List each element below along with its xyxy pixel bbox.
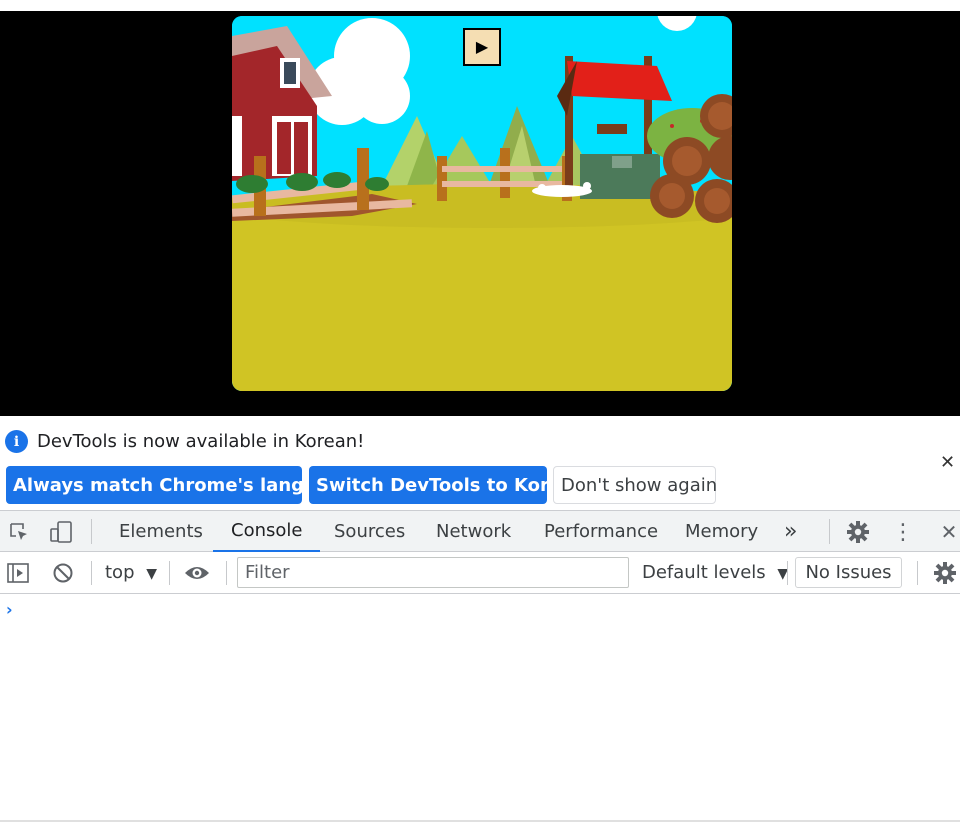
tab-divider bbox=[91, 519, 92, 544]
more-tabs-icon[interactable]: » bbox=[770, 511, 811, 552]
page-viewport: ▶ bbox=[0, 11, 960, 416]
console-prompt-chevron-icon[interactable]: › bbox=[6, 600, 13, 619]
tab-console[interactable]: Console bbox=[213, 511, 321, 552]
play-icon: ▶ bbox=[475, 37, 489, 56]
sidebar-toggle-icon[interactable] bbox=[5, 560, 31, 586]
info-icon: i bbox=[5, 430, 28, 453]
toolbar-divider bbox=[917, 561, 918, 585]
console-filter-input[interactable] bbox=[237, 557, 629, 588]
close-devtools-icon[interactable]: ✕ bbox=[936, 519, 960, 545]
inspect-element-icon[interactable] bbox=[6, 519, 32, 545]
infobar-close-icon[interactable]: ✕ bbox=[940, 452, 955, 473]
dont-show-again-button[interactable]: Don't show again bbox=[553, 466, 717, 504]
always-match-language-button[interactable]: Always match Chrome's language bbox=[6, 466, 354, 504]
kebab-menu-icon[interactable]: ⋮ bbox=[890, 519, 916, 545]
farm-scene-illustration bbox=[232, 16, 732, 391]
page-top-strip bbox=[0, 0, 960, 11]
tab-elements[interactable]: Elements bbox=[101, 511, 221, 552]
toolbar-divider bbox=[787, 561, 788, 585]
chevron-down-icon: ▼ bbox=[146, 566, 158, 582]
play-button[interactable]: ▶ bbox=[463, 28, 501, 66]
switch-to-korean-button[interactable]: Switch DevTools to Korean bbox=[309, 466, 586, 504]
console-settings-gear-icon[interactable] bbox=[932, 560, 958, 586]
clear-console-icon[interactable] bbox=[50, 560, 76, 586]
issues-button[interactable]: No Issues bbox=[795, 557, 902, 588]
log-levels-dropdown[interactable]: Default levels ▼ bbox=[642, 562, 788, 583]
tab-divider bbox=[829, 519, 830, 544]
context-selector[interactable]: top ▼ bbox=[105, 562, 157, 583]
tab-memory[interactable]: Memory bbox=[667, 511, 776, 552]
tab-sources[interactable]: Sources bbox=[316, 511, 423, 552]
toolbar-divider bbox=[226, 561, 227, 585]
console-toolbar: top ▼ Default levels ▼ No Issues bbox=[0, 552, 960, 594]
language-infobar: i DevTools is now available in Korean! ✕… bbox=[0, 416, 960, 510]
context-label: top bbox=[105, 562, 135, 583]
toolbar-divider bbox=[169, 561, 170, 585]
toolbar-divider bbox=[91, 561, 92, 585]
levels-label: Default levels bbox=[642, 562, 766, 583]
devtools-tab-bar: Elements Console Sources Network Perform… bbox=[0, 510, 960, 552]
settings-gear-icon[interactable] bbox=[845, 519, 871, 545]
infobar-message: DevTools is now available in Korean! bbox=[37, 431, 365, 452]
live-expression-eye-icon[interactable] bbox=[184, 560, 210, 586]
game-canvas[interactable]: ▶ bbox=[232, 16, 732, 391]
tab-performance[interactable]: Performance bbox=[526, 511, 676, 552]
tab-network[interactable]: Network bbox=[418, 511, 529, 552]
device-toolbar-icon[interactable] bbox=[48, 519, 74, 545]
